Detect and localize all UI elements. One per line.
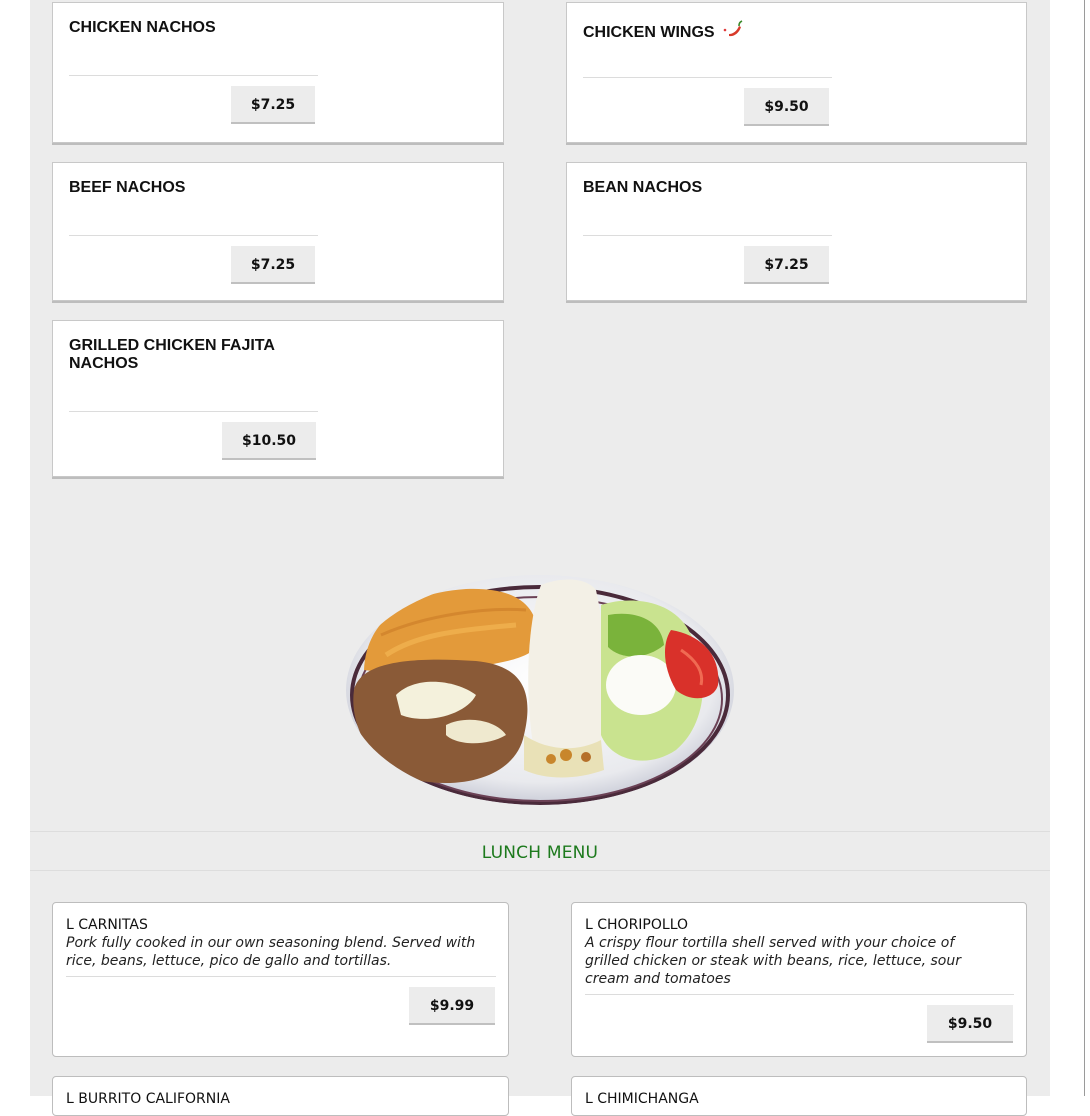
price-button[interactable]: $9.50: [744, 88, 829, 126]
chili-pepper-icon: [722, 20, 744, 43]
lunch-menu-section-header: LUNCH MENU: [30, 831, 1050, 871]
lunch-item-card[interactable]: L CARNITAS Pork fully cooked in our own …: [52, 902, 509, 1057]
divider: [583, 235, 832, 236]
price-button[interactable]: $7.25: [231, 86, 315, 124]
lunch-item-name: L CHORIPOLLO: [585, 917, 689, 933]
price-button[interactable]: $9.50: [927, 1005, 1013, 1043]
menu-item-label: CHICKEN WINGS: [583, 24, 715, 41]
menu-item-card[interactable]: CHICKEN WINGS $9.50: [566, 2, 1027, 143]
lunch-item-name: L CHIMICHANGA: [585, 1091, 699, 1107]
lunch-item-card[interactable]: L CHORIPOLLO A crispy flour tortilla she…: [571, 902, 1027, 1057]
menu-item-card[interactable]: CHICKEN NACHOS $7.25: [52, 2, 504, 143]
menu-item-name: GRILLED CHICKEN FAJITA NACHOS: [69, 337, 275, 372]
price-button[interactable]: $7.25: [231, 246, 315, 284]
price-button[interactable]: $7.25: [744, 246, 829, 284]
lunch-item-description: Pork fully cooked in our own seasoning b…: [66, 935, 476, 969]
divider: [69, 411, 318, 412]
menu-item-name: BEEF NACHOS: [69, 179, 186, 196]
divider: [585, 994, 1014, 995]
price-button[interactable]: $9.99: [409, 987, 495, 1025]
divider: [583, 77, 832, 78]
lunch-item-name: L CARNITAS: [66, 917, 148, 933]
lunch-plate-image: [346, 575, 734, 805]
lunch-item-card[interactable]: L CHIMICHANGA: [571, 1076, 1027, 1116]
divider: [69, 75, 318, 76]
divider: [66, 976, 496, 977]
menu-item-name: CHICKEN NACHOS: [69, 19, 216, 36]
lunch-item-card[interactable]: L BURRITO CALIFORNIA: [52, 1076, 509, 1116]
divider: [69, 235, 318, 236]
menu-item-name: BEAN NACHOS: [583, 179, 703, 196]
menu-item-card[interactable]: GRILLED CHICKEN FAJITA NACHOS $10.50: [52, 320, 504, 477]
page-edge-divider: [1084, 0, 1085, 1096]
section-title: LUNCH MENU: [481, 843, 599, 863]
menu-item-card[interactable]: BEEF NACHOS $7.25: [52, 162, 504, 301]
lunch-item-name: L BURRITO CALIFORNIA: [66, 1091, 230, 1107]
menu-item-name: CHICKEN WINGS: [583, 20, 744, 43]
lunch-item-description: A crispy flour tortilla shell served wit…: [585, 935, 961, 987]
price-button[interactable]: $10.50: [222, 422, 316, 460]
menu-item-card[interactable]: BEAN NACHOS $7.25: [566, 162, 1027, 301]
